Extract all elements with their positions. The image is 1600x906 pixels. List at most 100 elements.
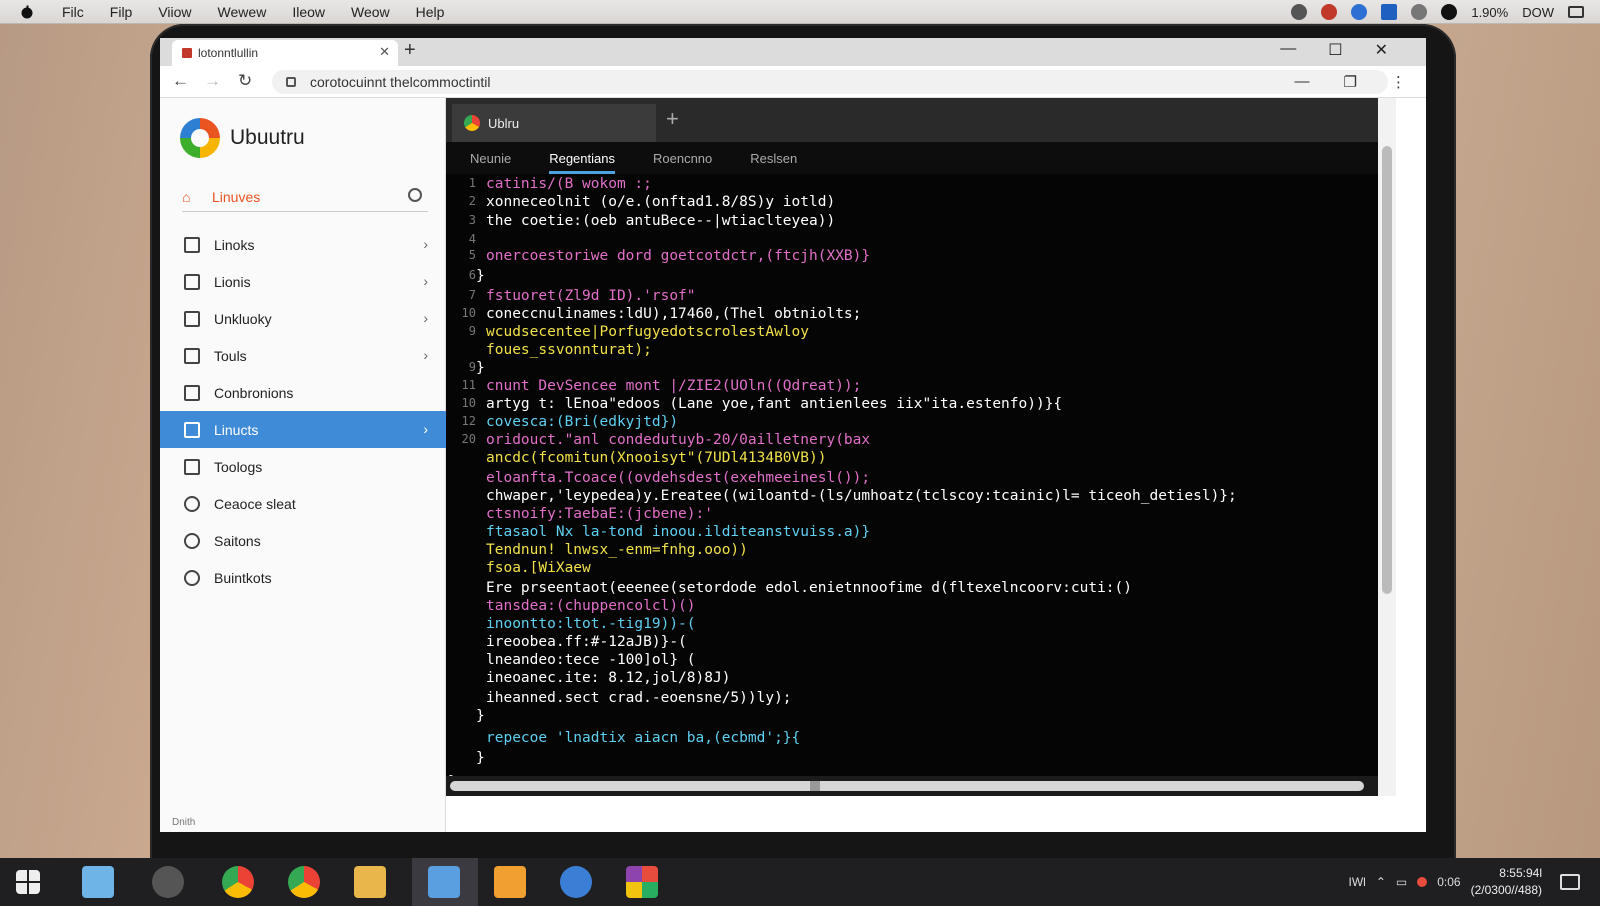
windows-start-icon[interactable] — [16, 870, 40, 894]
search-icon[interactable] — [408, 188, 422, 202]
brand-name: Ubuutru — [230, 126, 305, 149]
notifications-icon[interactable] — [1560, 874, 1580, 890]
status-icon-1[interactable] — [1291, 4, 1308, 20]
subtab-reslsen[interactable]: Reslsen — [750, 151, 797, 166]
restore-icon[interactable]: ❐ — [1344, 73, 1357, 91]
subtab-neunie[interactable]: Neunie — [470, 151, 511, 166]
menubar-clock: DOW — [1522, 4, 1554, 20]
help-circle-icon — [184, 569, 200, 586]
sidebar-item-label: Conbronions — [214, 384, 294, 401]
new-tab-icon[interactable]: + — [404, 39, 416, 62]
menu-file[interactable]: Filc — [62, 4, 84, 20]
folder-icon — [184, 236, 200, 253]
window-close-icon[interactable]: ✕ — [1375, 40, 1388, 60]
chrome-icon-2[interactable] — [288, 866, 320, 898]
maximize-icon[interactable]: ☐ — [1328, 40, 1342, 60]
volume-icon[interactable] — [1417, 877, 1428, 887]
home-icon: ⌂ — [182, 188, 191, 205]
code-text: ctsnoify:TaebaE:(jcbene):' — [486, 506, 713, 522]
settings-app-icon[interactable] — [152, 866, 184, 898]
minimize-pane-icon[interactable]: — — [1295, 73, 1310, 91]
sidebar-item-unkluoky[interactable]: Unkluoky › — [160, 300, 446, 337]
code-editor: Ublru + Neunie Regentians Roencnno Resls… — [446, 98, 1378, 796]
subtab-regentians[interactable]: Regentians — [549, 151, 615, 174]
chrome-logo-icon — [464, 115, 480, 131]
address-bar[interactable]: corotocuinnt thelcommoctintil — [272, 70, 1388, 94]
sidebar-item-linoks[interactable]: Linoks › — [160, 226, 446, 263]
browser-tab[interactable]: lotonntlullin ✕ — [172, 40, 398, 66]
file-explorer-icon[interactable] — [82, 866, 114, 898]
line-number: 3 — [468, 213, 476, 227]
code-text: onercoestoriwe dord goetcotdctr,(ftcjh(X… — [486, 248, 871, 264]
menu-help[interactable]: Help — [416, 4, 445, 20]
editor-tab-title: Ublru — [488, 115, 520, 131]
line-number: 11 — [461, 378, 476, 392]
status-icon-6[interactable] — [1441, 4, 1458, 20]
toolbar-actions: — ❐ ⋮ — [1295, 73, 1406, 91]
menu-weow[interactable]: Weow — [351, 4, 390, 20]
sidebar-item-ceaoce-sleat[interactable]: Ceaoce sleat — [160, 485, 446, 522]
menu-window[interactable]: Wewew — [218, 4, 267, 20]
status-icon-2[interactable] — [1321, 4, 1338, 20]
document-icon — [184, 310, 200, 327]
sidebar-item-buintkots[interactable]: Buintkots — [160, 559, 446, 596]
vertical-scrollbar[interactable] — [1378, 98, 1396, 796]
notification-icon[interactable] — [1568, 6, 1584, 18]
sidebar-item-lionis[interactable]: Lionis › — [160, 263, 446, 300]
taskbar-clock[interactable]: 8:55:94l (2/0300//488) — [1471, 865, 1542, 899]
menu-file-2[interactable]: Filp — [110, 4, 133, 20]
sidebar-item-label: Unkluoky — [214, 310, 272, 327]
code-area[interactable]: 1 catinis/(B wokom :; 2 xonneceolnit (o/e.(… — [446, 176, 1378, 790]
minimize-icon[interactable]: — — [1280, 40, 1296, 60]
status-icon-5[interactable] — [1411, 4, 1428, 20]
sidebar-item-saitons[interactable]: Saitons — [160, 522, 446, 559]
scroll-thumb[interactable] — [810, 781, 820, 791]
reload-icon[interactable]: ↻ — [238, 71, 252, 91]
sidebar-item-linucts[interactable]: Linucts › — [160, 411, 446, 448]
back-arrow-icon[interactable]: ← — [172, 71, 189, 91]
network-icon[interactable]: ▭ — [1396, 875, 1407, 889]
code-text: oridouct."anl condedutuyb-20/0ailletnery… — [486, 432, 871, 448]
more-menu-icon[interactable]: ⋮ — [1391, 73, 1406, 91]
folder-app-icon[interactable] — [354, 866, 386, 898]
chrome-icon[interactable] — [222, 866, 254, 898]
tools-icon — [184, 347, 200, 364]
vertical-scroll-thumb[interactable] — [1382, 146, 1392, 594]
line-number: 9 — [468, 324, 476, 338]
menu-new[interactable]: Ileow — [292, 4, 325, 20]
bookmark-app-icon[interactable] — [494, 866, 526, 898]
code-text: the coetie:(oeb antuBece--|wtiaclteyea)) — [486, 213, 836, 229]
globe-app-icon[interactable] — [560, 866, 592, 898]
sidebar-item-conbronions[interactable]: Conbronions — [160, 374, 446, 411]
editor-tab[interactable]: Ublru — [452, 104, 656, 142]
browser-tab-strip: lotonntlullin ✕ + — ☐ ✕ — [160, 38, 1426, 66]
add-tab-icon[interactable]: + — [666, 106, 679, 132]
sidebar-search[interactable]: ⌂ Linuves — [182, 182, 428, 212]
sidebar-item-label: Lionis — [214, 273, 251, 290]
subtab-roencnno[interactable]: Roencnno — [653, 151, 712, 166]
status-icon-4[interactable] — [1381, 4, 1398, 20]
edit-icon — [184, 273, 200, 290]
status-icon-3[interactable] — [1351, 4, 1368, 20]
horizontal-scrollbar[interactable] — [446, 776, 1378, 796]
code-text: } — [476, 360, 485, 376]
chevron-up-icon[interactable]: ⌃ — [1376, 875, 1386, 889]
document-app-icon[interactable] — [428, 866, 460, 898]
code-text: fstuoret(Zl9d ID).'rsof" — [486, 288, 696, 304]
sidebar-item-touls[interactable]: Touls › — [160, 337, 446, 374]
paint-app-icon[interactable] — [626, 866, 658, 898]
menu-view[interactable]: Viiow — [158, 4, 191, 20]
sidebar-item-label: Linucts — [214, 421, 259, 438]
line-number: 5 — [468, 248, 476, 262]
system-tray: IWl ⌃ ▭ 0:06 8:55:94l (2/0300//488) — [1349, 858, 1580, 906]
sidebar-search-label: Linuves — [212, 188, 261, 205]
tab-close-icon[interactable]: ✕ — [379, 44, 390, 60]
sidebar-item-toologs[interactable]: Toologs — [160, 448, 446, 485]
sidebar-item-label: Toologs — [214, 458, 263, 475]
code-text: } — [476, 268, 485, 284]
apple-icon[interactable] — [20, 5, 34, 19]
tab-favicon-icon — [182, 48, 192, 58]
editor-subtabs: Neunie Regentians Roencnno Reslsen — [446, 142, 1378, 174]
laptop-screen: lotonntlullin ✕ + — ☐ ✕ ← → ↻ corotocuin… — [160, 38, 1426, 832]
forward-arrow-icon[interactable]: → — [204, 71, 221, 91]
